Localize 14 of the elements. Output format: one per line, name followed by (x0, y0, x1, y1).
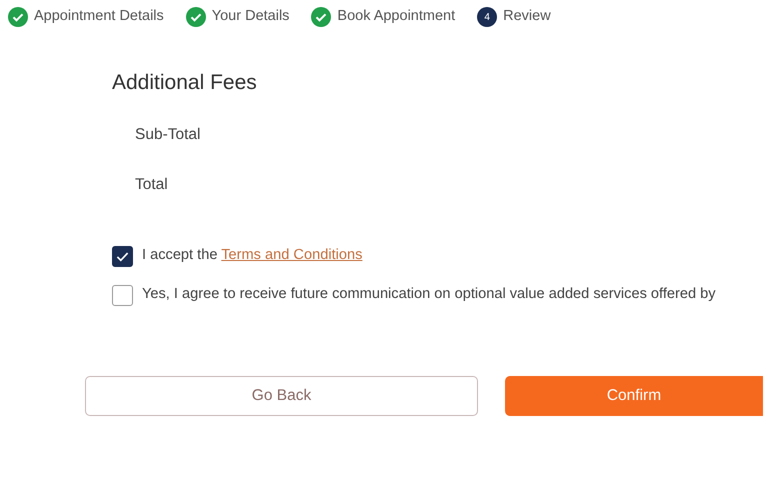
section-title: Additional Fees (112, 70, 258, 96)
fee-label: Total (135, 176, 168, 194)
step-label[interactable]: Book Appointment (337, 6, 456, 28)
terms-link[interactable]: Terms and Conditions (221, 247, 362, 264)
checkbox[interactable] (112, 246, 133, 267)
consent-text: Yes, I agree to receive future communication on optional value added services offered by (142, 285, 716, 304)
back-button[interactable]: Go Back (85, 376, 478, 416)
step-label[interactable]: Your Details (212, 6, 290, 28)
step-label[interactable]: Review (503, 6, 551, 28)
step-number-badge: 4 (477, 7, 498, 27)
step-label[interactable]: Appointment Details (34, 6, 164, 28)
fee-label: Sub-Total (135, 126, 200, 144)
checkbox[interactable] (112, 284, 133, 306)
consent-text: I accept the Terms and Conditions (142, 246, 362, 266)
